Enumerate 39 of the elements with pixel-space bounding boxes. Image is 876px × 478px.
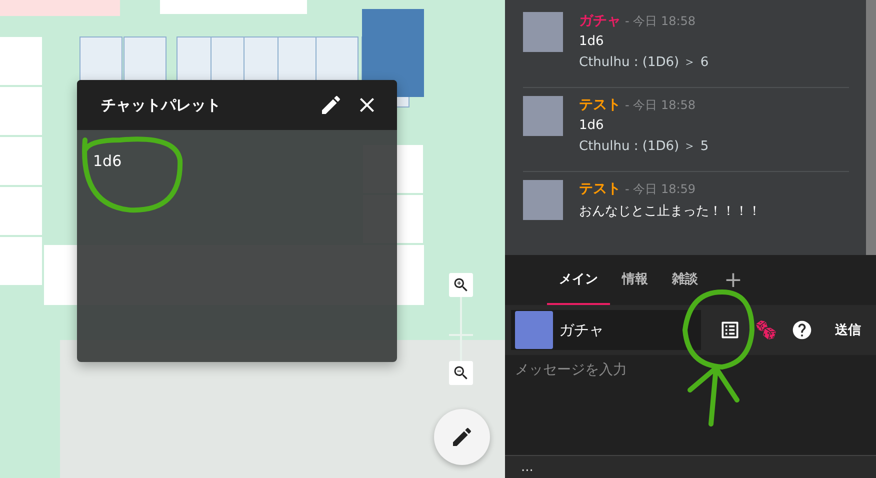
add-tab-button[interactable]: + [710, 255, 756, 305]
list-icon [719, 319, 741, 341]
sender-name: テスト [579, 180, 621, 198]
pencil-icon [319, 93, 343, 117]
sender-name: ガチャ [579, 12, 621, 30]
message-time: - 今日 18:58 [625, 13, 696, 30]
message-text: 1d6 [579, 118, 605, 133]
message-text: Cthulhu : (1D6) ＞ 5 [579, 138, 709, 155]
message-time: - 今日 18:59 [625, 181, 696, 198]
avatar-image [515, 311, 553, 349]
message-text: Cthulhu : (1D6) ＞ 6 [579, 54, 709, 71]
channel-tab[interactable]: 雑談 [660, 255, 710, 305]
sender-name: テスト [579, 96, 621, 114]
pencil-icon [450, 425, 474, 449]
avatar-image [523, 180, 563, 220]
board-tile [0, 87, 42, 135]
annotation-arrow [688, 366, 740, 426]
message-time: - 今日 18:58 [625, 97, 696, 114]
board-tile [0, 237, 42, 285]
board-tile [0, 137, 42, 185]
channel-tab[interactable]: 情報 [610, 255, 660, 305]
board-tile [0, 187, 42, 235]
send-button[interactable]: 送信 [827, 315, 869, 345]
palette-title: チャットパレット [101, 96, 222, 114]
zoom-out-button[interactable] [449, 361, 473, 385]
avatar-image [523, 12, 563, 52]
footer-text: ... [521, 460, 534, 474]
zoom-in-icon [452, 276, 470, 294]
scrollbar[interactable] [866, 0, 876, 255]
board-tile [0, 37, 42, 85]
zoom-out-icon [452, 364, 470, 382]
dice-icon [755, 319, 777, 341]
message-text: おんなじとこ止まった！！！！ [579, 203, 761, 220]
palette-item[interactable]: 1d6 [77, 142, 397, 180]
zoom-in-button[interactable] [449, 273, 473, 297]
help-icon [791, 319, 813, 341]
message-text: 1d6 [579, 34, 605, 49]
character-selector[interactable]: ガチャ [511, 310, 701, 350]
avatar-image [523, 96, 563, 136]
